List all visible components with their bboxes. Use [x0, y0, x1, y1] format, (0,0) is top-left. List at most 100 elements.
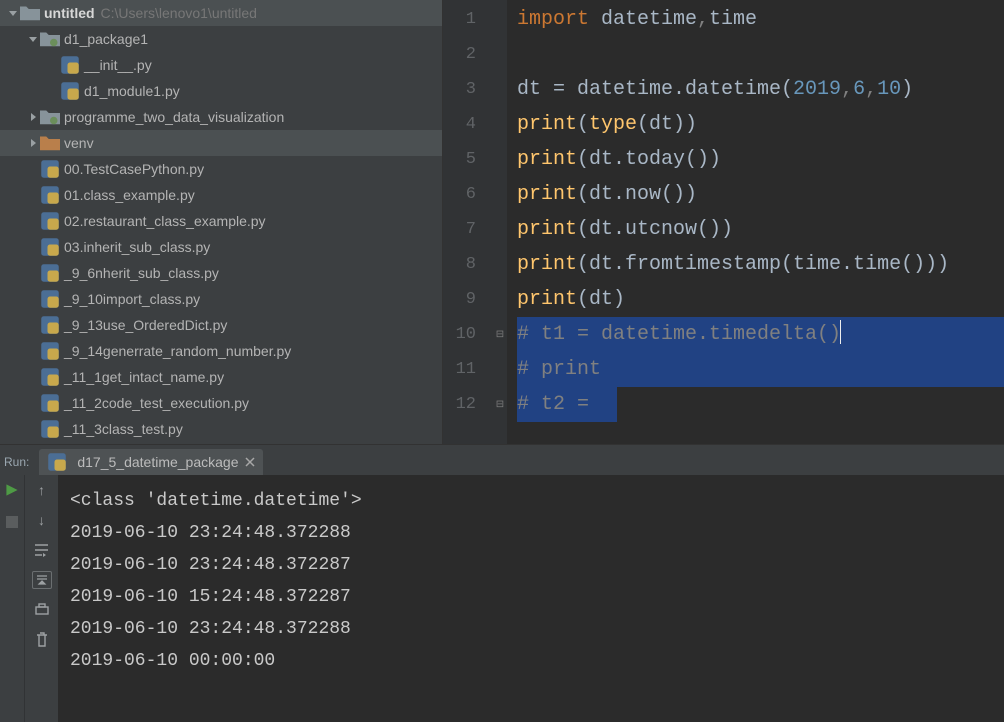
tree-item-label: 02.restaurant_class_example.py [64, 208, 266, 234]
tree-item-label: 01.class_example.py [64, 182, 195, 208]
line-number: 6 [443, 177, 492, 212]
tree-item-label: d1_package1 [64, 26, 148, 52]
close-icon[interactable] [245, 454, 255, 470]
code-line[interactable]: print(dt.fromtimestamp(time.time())) [507, 247, 1004, 282]
line-number: 9 [443, 282, 492, 317]
fold-marker[interactable]: ⊟ [493, 399, 507, 410]
tree-item-label: _9_10import_class.py [64, 286, 200, 312]
tree-item[interactable]: 01.class_example.py [0, 182, 442, 208]
tree-item[interactable]: _9_13use_OrderedDict.py [0, 312, 442, 338]
tree-item-label: _9_13use_OrderedDict.py [64, 312, 227, 338]
tree-item-label: _11_3class_test.py [64, 416, 183, 442]
python-file-icon [40, 393, 60, 413]
tree-item[interactable]: venv [0, 130, 442, 156]
scroll-end-icon[interactable] [32, 571, 52, 589]
console-line: 2019-06-10 23:24:48.372287 [70, 549, 992, 581]
tree-item[interactable]: _9_6nherit_sub_class.py [0, 260, 442, 286]
tree-item[interactable]: untitled C:\Users\lenovo1\untitled [0, 0, 442, 26]
python-file-icon [40, 263, 60, 283]
console-line: 2019-06-10 00:00:00 [70, 645, 992, 677]
console-line: 2019-06-10 15:24:48.372287 [70, 581, 992, 613]
run-tabbar: Run: d17_5_datetime_package [0, 445, 1004, 475]
python-file-icon [40, 315, 60, 335]
project-name: untitled [44, 0, 95, 26]
python-file-icon [60, 81, 80, 101]
tree-item-label: d1_module1.py [84, 78, 180, 104]
tree-item[interactable]: __init__.py [0, 52, 442, 78]
fold-marker[interactable]: ⊟ [493, 329, 507, 340]
soft-wrap-icon[interactable] [33, 541, 51, 559]
code-editor[interactable]: 123456789101112 ⊟⊟ import datetime,timed… [442, 0, 1004, 444]
python-file-icon [40, 185, 60, 205]
console-line: 2019-06-10 23:24:48.372288 [70, 517, 992, 549]
print-icon[interactable] [33, 601, 51, 619]
rerun-button[interactable] [3, 481, 21, 499]
console-line: 2019-06-10 23:24:48.372288 [70, 613, 992, 645]
console-line: <class 'datetime.datetime'> [70, 485, 992, 517]
up-icon[interactable]: ↑ [33, 481, 51, 499]
stop-button[interactable] [3, 513, 21, 531]
fold-column[interactable]: ⊟⊟ [493, 0, 507, 444]
python-file-icon [40, 289, 60, 309]
run-tab[interactable]: d17_5_datetime_package [39, 449, 262, 475]
package-icon [40, 30, 60, 48]
run-panel-label: Run: [0, 455, 39, 475]
tree-item[interactable]: programme_two_data_visualization [0, 104, 442, 130]
line-number: 4 [443, 107, 492, 142]
tree-item-label: 00.TestCasePython.py [64, 156, 204, 182]
tree-item-label: _11_1get_intact_name.py [64, 364, 224, 390]
tree-item-label: _9_6nherit_sub_class.py [64, 260, 219, 286]
code-line[interactable] [507, 37, 1004, 72]
tree-item-label: venv [64, 130, 94, 156]
line-number: 12 [443, 387, 492, 422]
text-caret [840, 320, 841, 344]
code-line[interactable]: print(dt) [507, 282, 1004, 317]
tree-item[interactable]: d1_package1 [0, 26, 442, 52]
chevron-right-icon[interactable] [26, 139, 40, 147]
tree-item[interactable]: _9_14generrate_random_number.py [0, 338, 442, 364]
code-line[interactable]: dt = datetime.datetime(2019,6,10) [507, 72, 1004, 107]
tree-item-label: programme_two_data_visualization [64, 104, 284, 130]
line-number: 1 [443, 2, 492, 37]
code-line[interactable]: print(type(dt)) [507, 107, 1004, 142]
code-line[interactable]: print(dt.utcnow()) [507, 212, 1004, 247]
tree-item-label: __init__.py [84, 52, 152, 78]
chevron-down-icon[interactable] [26, 35, 40, 43]
python-file-icon [40, 419, 60, 439]
python-file-icon [40, 341, 60, 361]
line-number: 7 [443, 212, 492, 247]
tree-item[interactable]: d1_module1.py [0, 78, 442, 104]
tree-item[interactable]: _9_10import_class.py [0, 286, 442, 312]
tree-item[interactable]: _11_1get_intact_name.py [0, 364, 442, 390]
line-number: 2 [443, 37, 492, 72]
python-file-icon [40, 237, 60, 257]
project-tree[interactable]: untitled C:\Users\lenovo1\untitledd1_pac… [0, 0, 442, 444]
tree-item[interactable]: 03.inherit_sub_class.py [0, 234, 442, 260]
tree-item[interactable]: _11_2code_test_execution.py [0, 390, 442, 416]
chevron-right-icon[interactable] [26, 113, 40, 121]
code-line[interactable]: import datetime,time [507, 2, 1004, 37]
tree-item[interactable]: _11_3class_test.py [0, 416, 442, 442]
run-side-secondary: ↑ ↓ [24, 475, 58, 722]
run-tab-title: d17_5_datetime_package [77, 454, 238, 470]
code-line[interactable]: print(dt.now()) [507, 177, 1004, 212]
chevron-down-icon[interactable] [6, 9, 20, 17]
package-icon [40, 108, 60, 126]
python-file-icon [40, 211, 60, 231]
tree-item[interactable]: 02.restaurant_class_example.py [0, 208, 442, 234]
tree-item-label: 03.inherit_sub_class.py [64, 234, 210, 260]
console-output[interactable]: <class 'datetime.datetime'>2019-06-10 23… [58, 475, 1004, 722]
tree-item-label: _9_14generrate_random_number.py [64, 338, 291, 364]
down-icon[interactable]: ↓ [33, 511, 51, 529]
python-file-icon [60, 55, 80, 75]
python-file-icon [40, 159, 60, 179]
line-number: 11 [443, 352, 492, 387]
line-number: 10 [443, 317, 492, 352]
tree-item[interactable]: 00.TestCasePython.py [0, 156, 442, 182]
trash-icon[interactable] [33, 631, 51, 649]
folder-icon [20, 4, 40, 22]
python-icon [47, 452, 67, 472]
code-area[interactable]: import datetime,time dt = datetime.dateti… [507, 0, 1004, 444]
code-line[interactable]: print(dt.today()) [507, 142, 1004, 177]
line-number: 8 [443, 247, 492, 282]
